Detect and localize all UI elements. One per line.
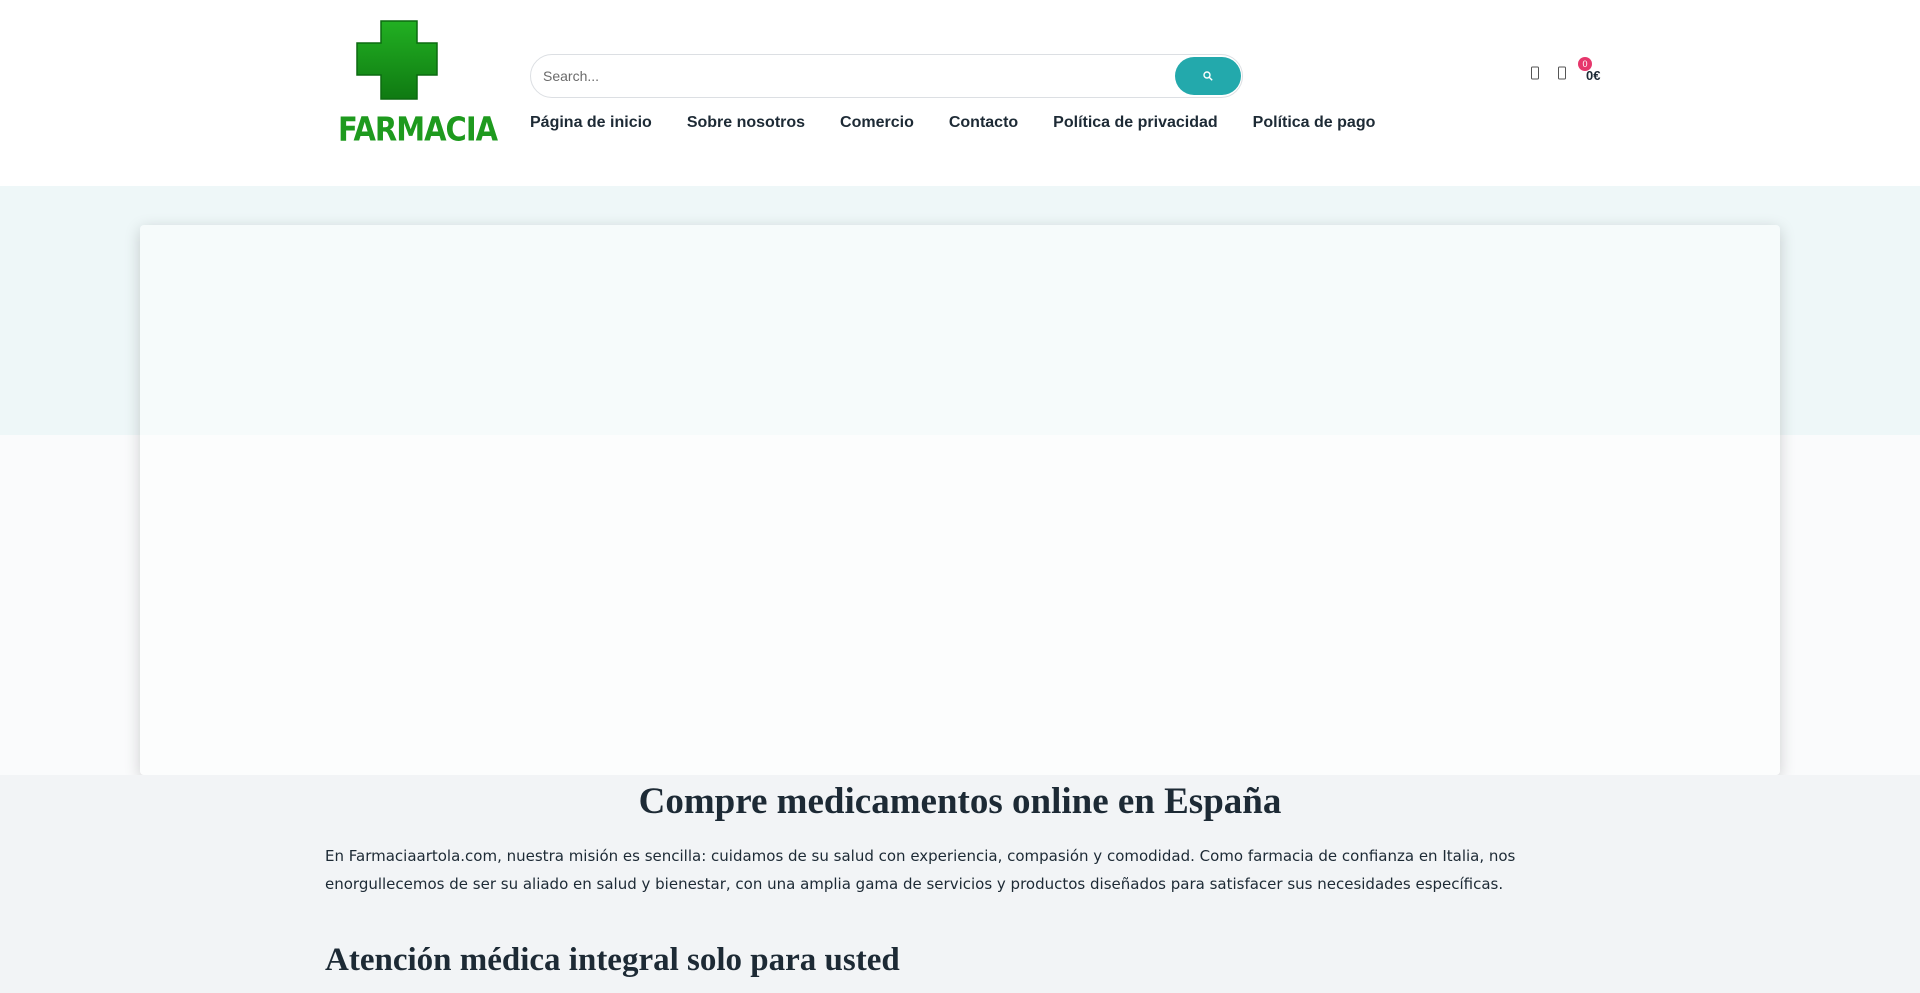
site-header: FARMACIA Página de inicio Sobre nosotros… bbox=[0, 0, 1920, 186]
section-title: Atención médica integral solo para usted bbox=[325, 942, 900, 978]
search-input[interactable] bbox=[543, 55, 1173, 97]
user-icon[interactable] bbox=[1530, 66, 1540, 80]
page-title: Compre medicamentos online en España bbox=[638, 781, 1282, 822]
logo-text: FARMACIA bbox=[338, 109, 498, 149]
nav-item-home[interactable]: Página de inicio bbox=[530, 114, 652, 134]
search-button[interactable] bbox=[1175, 57, 1241, 95]
nav-item-payment[interactable]: Política de pago bbox=[1253, 114, 1376, 134]
search-bar bbox=[530, 54, 1243, 98]
nav-item-privacy[interactable]: Política de privacidad bbox=[1053, 114, 1218, 134]
cart-icon[interactable] bbox=[1557, 66, 1567, 80]
cart-total[interactable]: 0€ bbox=[1586, 68, 1600, 83]
main-nav: Página de inicio Sobre nosotros Comercio… bbox=[530, 114, 1410, 134]
nav-item-shop[interactable]: Comercio bbox=[840, 114, 914, 134]
hero-slider bbox=[140, 225, 1780, 775]
site-logo[interactable]: FARMACIA bbox=[338, 20, 498, 150]
nav-item-about[interactable]: Sobre nosotros bbox=[687, 114, 805, 134]
nav-item-contact[interactable]: Contacto bbox=[949, 114, 1018, 134]
search-icon bbox=[1203, 71, 1213, 81]
cross-logo-icon bbox=[356, 20, 438, 100]
intro-text: En Farmaciaartola.com, nuestra misión es… bbox=[325, 847, 1516, 893]
